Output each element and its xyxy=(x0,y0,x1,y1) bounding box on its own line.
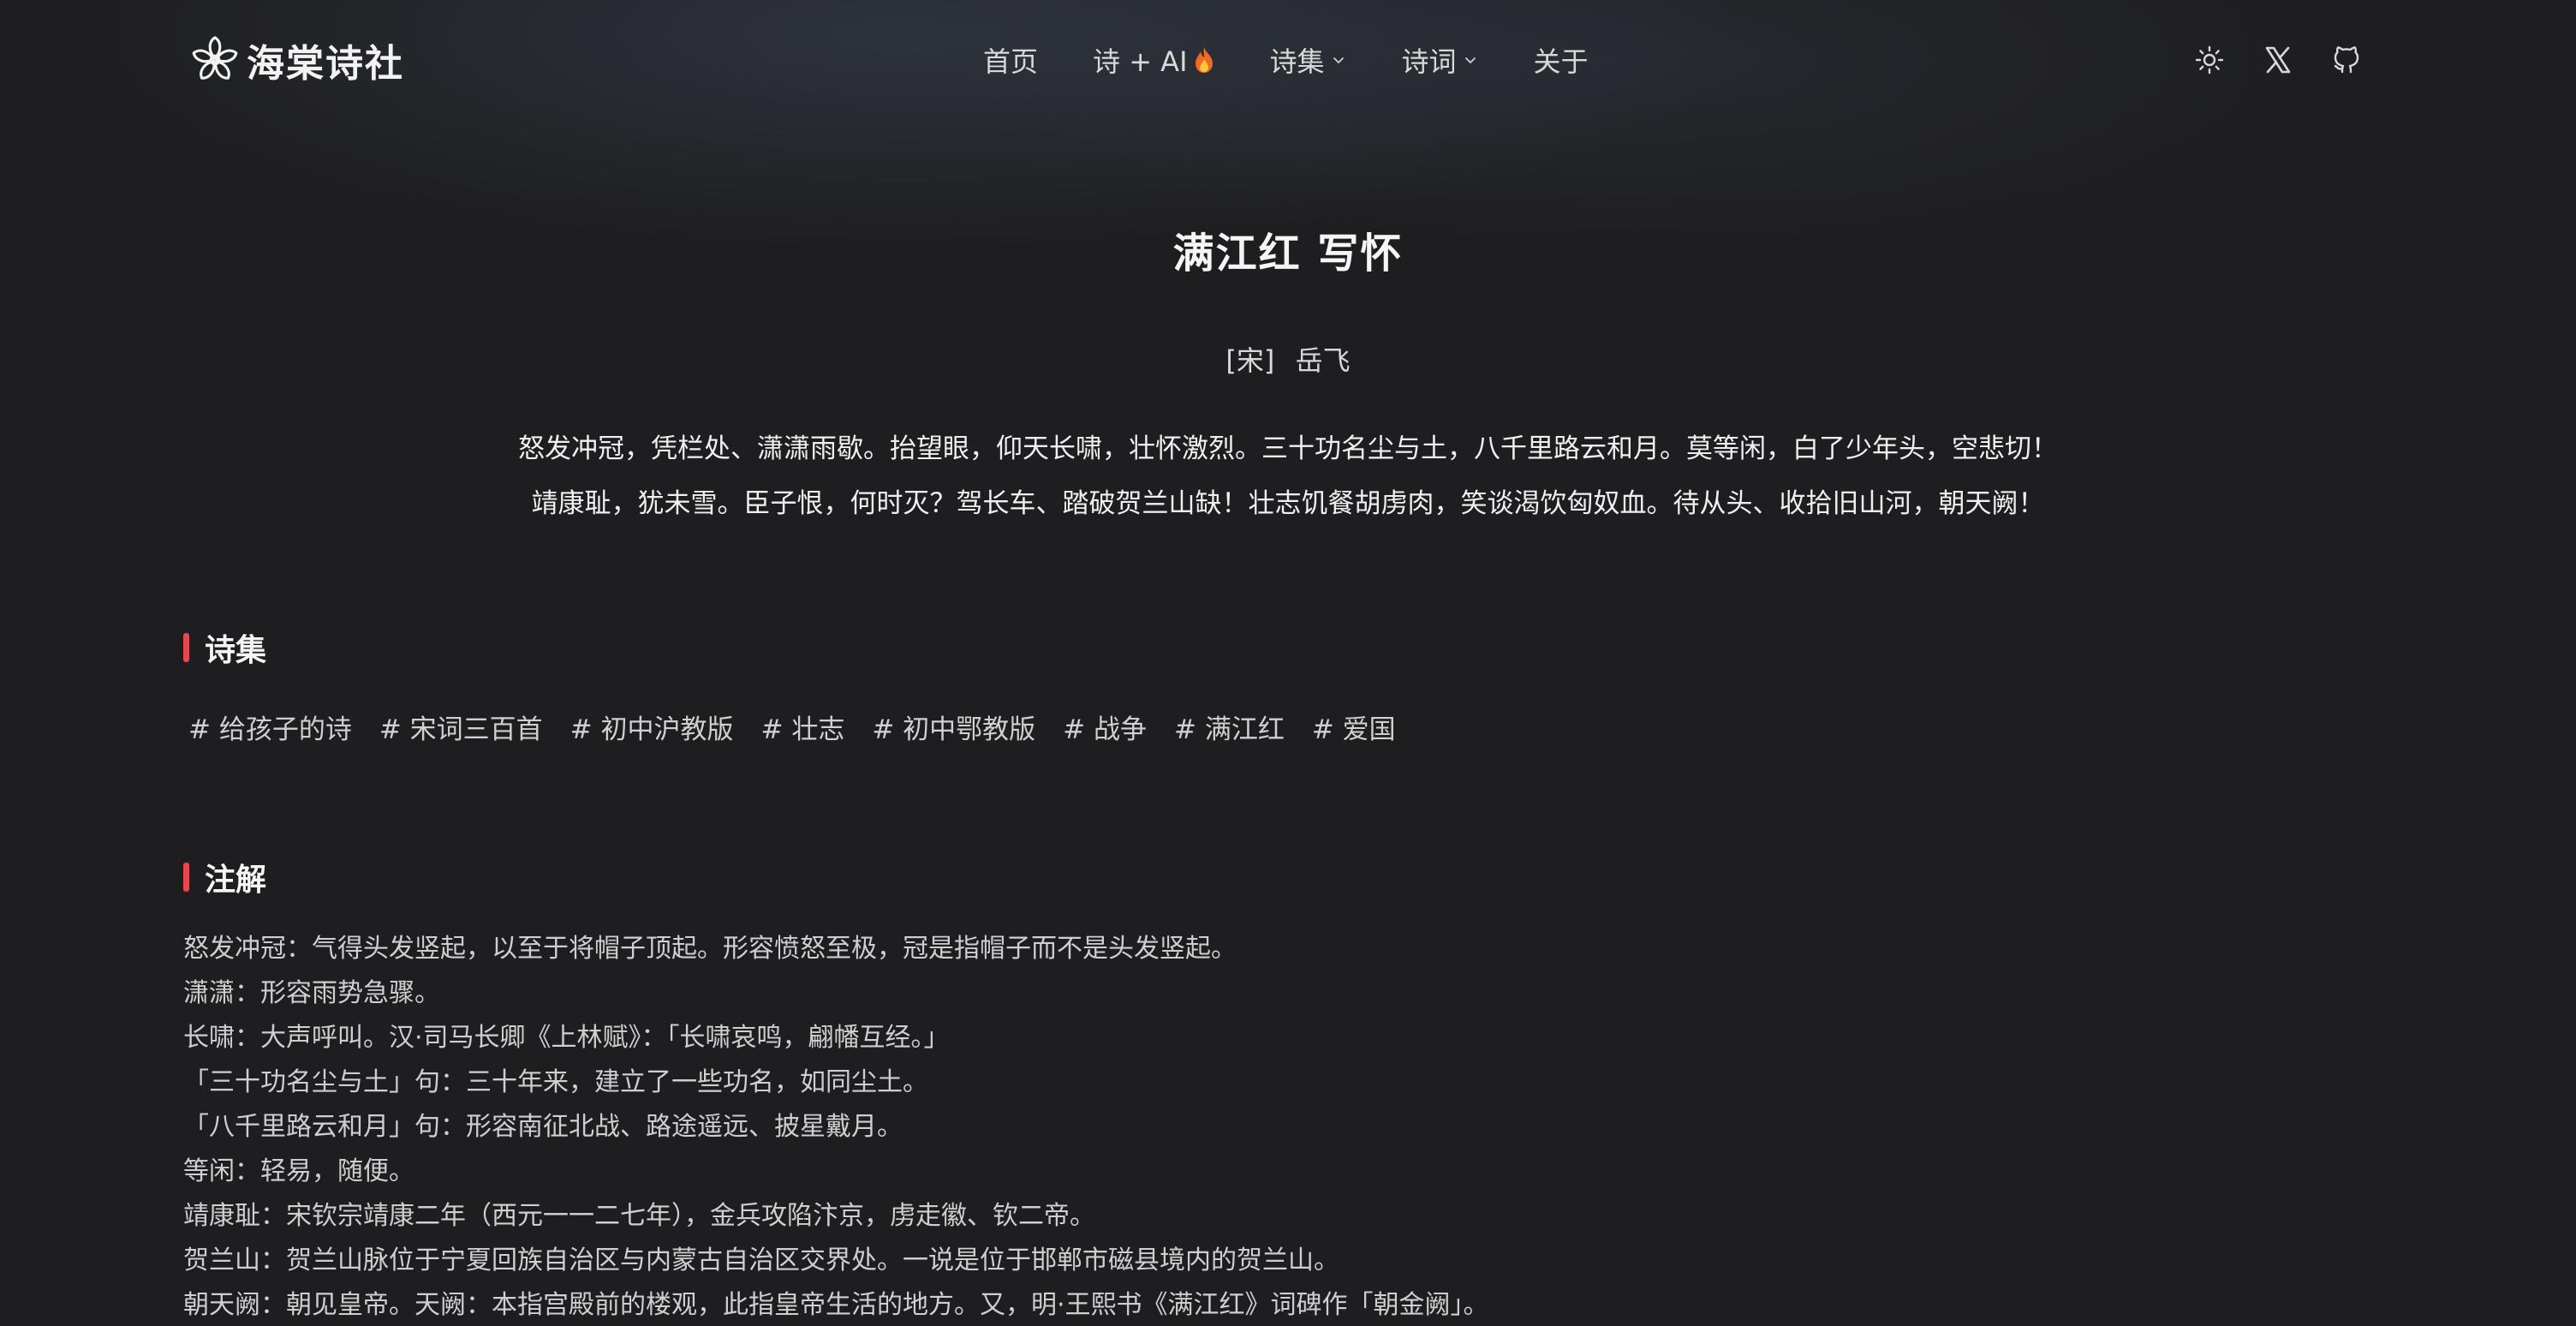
top-navbar: 海棠诗社 首页 诗 + AI 诗集 诗词 关于 xyxy=(0,0,2576,120)
note-item: 靖康耻：宋钦宗靖康二年（西元一一二七年），金兵攻陷汴京，虏走徽、钦二帝。 xyxy=(183,1201,1095,1231)
nav-about-label: 关于 xyxy=(1533,45,1589,78)
main-nav: 首页 诗 + AI 诗集 诗词 关于 xyxy=(983,38,1589,82)
x-icon[interactable] xyxy=(2261,43,2295,77)
tag-link[interactable]: # 战争 xyxy=(1063,708,1147,746)
note-item: 潇潇：形容雨势急骤。 xyxy=(183,978,440,1008)
nav-poems[interactable]: 诗词 xyxy=(1402,40,1479,80)
poem-title: 满江红 写怀 xyxy=(1172,230,1404,278)
nav-home-label: 首页 xyxy=(983,45,1039,78)
tag-link[interactable]: # 爱国 xyxy=(1312,708,1396,746)
tag-link[interactable]: # 满江红 xyxy=(1174,708,1285,746)
github-icon[interactable] xyxy=(2329,43,2364,77)
poem-dynasty: [宋] xyxy=(1225,344,1275,377)
note-item: 怒发冲冠：气得头发竖起，以至于将帽子顶起。形容愤怒至极，冠是指帽子而不是头发竖起… xyxy=(183,934,1237,964)
note-item: 朝天阙：朝见皇帝。天阙：本指宫殿前的楼观，此指皇帝生活的地方。又，明·王熙书《满… xyxy=(183,1290,1489,1320)
poem-body: 怒发冲冠，凭栏处、潇潇雨歇。抬望眼，仰天长啸，壮怀激烈。三十功名尘与土，八千里路… xyxy=(0,421,2576,531)
poem-line: 怒发冲冠，凭栏处、潇潇雨歇。抬望眼，仰天长啸，壮怀激烈。三十功名尘与土，八千里路… xyxy=(518,433,2058,464)
nav-collections-label: 诗集 xyxy=(1269,45,1325,78)
flame-icon xyxy=(1195,47,1213,73)
note-item: 「八千里路云和月」句：形容南征北战、路途遥远、披星戴月。 xyxy=(183,1112,903,1142)
header-actions xyxy=(2192,41,2364,79)
nav-about[interactable]: 关于 xyxy=(1534,40,1589,80)
nav-poem-ai[interactable]: 诗 + AI xyxy=(1093,40,1215,80)
accent-bar xyxy=(183,633,189,662)
page: 海棠诗社 首页 诗 + AI 诗集 诗词 关于 满江红 写怀 [宋] 岳飞 怒发… xyxy=(0,0,2576,1326)
note-item: 「三十功名尘与土」句：三十年来，建立了一些功名，如同尘土。 xyxy=(183,1067,928,1097)
sun-icon[interactable] xyxy=(2192,43,2227,77)
tag-link[interactable]: # 宋词三百首 xyxy=(379,708,543,746)
note-item: 等闲：轻易，随便。 xyxy=(183,1156,414,1186)
poem-byline: [宋] 岳飞 xyxy=(0,339,2576,379)
collections-title: 诗集 xyxy=(205,633,267,668)
note-item: 贺兰山：贺兰山脉位于宁夏回族自治区与内蒙古自治区交界处。一说是位于邯郸市磁县境内… xyxy=(183,1245,1339,1275)
nav-collections[interactable]: 诗集 xyxy=(1270,40,1347,80)
note-item: 长啸：大声呼叫。汉·司马长卿《上林赋》：「长啸哀鸣，翩幡互经。」 xyxy=(183,1023,950,1053)
logo-text: 海棠诗社 xyxy=(247,42,404,86)
nav-poems-label: 诗词 xyxy=(1401,45,1457,78)
chevron-down-icon xyxy=(1333,57,1344,63)
collection-tags: # 给孩子的诗 # 宋词三百首 # 初中沪教版 # 壮志 # 初中鄂教版 # 战… xyxy=(188,708,1423,746)
chevron-down-icon xyxy=(1464,57,1476,63)
notes-title: 注解 xyxy=(205,863,267,898)
poem-line: 靖康耻，犹未雪。臣子恨，何时灭？驾长车、踏破贺兰山缺！壮志饥餐胡虏肉，笑谈渴饮匈… xyxy=(531,488,2045,519)
tag-link[interactable]: # 初中鄂教版 xyxy=(872,708,1035,746)
nav-poem-ai-label: 诗 + AI xyxy=(1093,45,1188,78)
flower-logo-icon xyxy=(192,36,238,80)
notes-heading: 注解 xyxy=(183,855,266,899)
notes-list: 怒发冲冠：气得头发竖起，以至于将帽子顶起。形容愤怒至极，冠是指帽子而不是头发竖起… xyxy=(183,927,2376,1326)
poem-author[interactable]: 岳飞 xyxy=(1296,344,1351,377)
tag-link[interactable]: # 初中沪教版 xyxy=(570,708,734,746)
tag-link[interactable]: # 壮志 xyxy=(760,708,844,746)
accent-bar xyxy=(183,863,189,892)
site-logo[interactable]: 海棠诗社 xyxy=(188,33,404,87)
tag-link[interactable]: # 给孩子的诗 xyxy=(188,708,352,746)
collections-heading: 诗集 xyxy=(183,625,266,670)
nav-home[interactable]: 首页 xyxy=(983,40,1038,80)
